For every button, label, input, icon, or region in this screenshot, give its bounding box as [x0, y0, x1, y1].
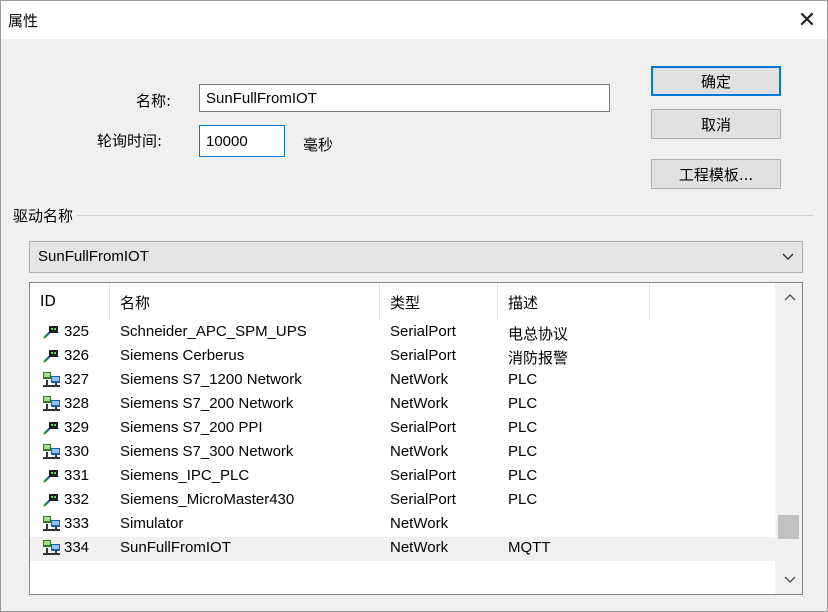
cell-name: Siemens_IPC_PLC: [120, 467, 250, 484]
cell-type: NetWork: [390, 539, 449, 556]
cell-name: Schneider_APC_SPM_UPS: [120, 323, 307, 340]
cell-name: Siemens S7_200 Network: [120, 395, 294, 412]
cell-type: SerialPort: [390, 323, 456, 340]
list-header: ID 名称 类型 描述: [30, 283, 775, 321]
name-label: 名称:: [136, 92, 172, 110]
cell-id: 329: [64, 419, 90, 436]
close-button[interactable]: ✕: [791, 5, 823, 35]
cell-desc: PLC: [508, 371, 538, 388]
group-divider: [77, 215, 813, 216]
scrollbar-thumb[interactable]: [778, 515, 799, 539]
cell-type: SerialPort: [390, 491, 456, 508]
cell-type: NetWork: [390, 443, 449, 460]
cell-name: SunFullFromIOT: [120, 539, 231, 556]
network-icon: [42, 515, 62, 533]
serial-icon: [42, 467, 62, 485]
cancel-button[interactable]: 取消: [651, 109, 781, 139]
cell-desc: PLC: [508, 395, 538, 412]
network-icon: [42, 395, 62, 413]
network-icon: [42, 539, 62, 557]
table-row[interactable]: 326 Siemens Cerberus SerialPort 消防报警: [30, 345, 775, 369]
cell-id: 330: [64, 443, 90, 460]
cell-type: NetWork: [390, 515, 449, 532]
cell-desc: MQTT: [508, 539, 551, 556]
network-icon: [42, 443, 62, 461]
project-template-button[interactable]: 工程模板...: [651, 159, 781, 189]
table-row[interactable]: 333 Simulator NetWork: [30, 513, 775, 537]
driver-group-label: 驱动名称: [13, 205, 76, 226]
cell-name: Siemens S7_1200 Network: [120, 371, 302, 388]
ok-button[interactable]: 确定: [651, 66, 781, 96]
cell-type: SerialPort: [390, 419, 456, 436]
scroll-up-icon[interactable]: [776, 283, 802, 311]
cell-desc: 消防报警: [508, 350, 569, 367]
properties-dialog: 属性 ✕ 名称: 轮询时间: 毫秒 确定 取消 工程模板... 驱动名称 Sun…: [0, 0, 828, 612]
driver-select-value: SunFullFromIOT: [38, 248, 149, 265]
cell-id: 334: [64, 539, 90, 556]
table-row[interactable]: 329 Siemens S7_200 PPI SerialPort PLC: [30, 417, 775, 441]
cell-id: 328: [64, 395, 90, 412]
cell-desc: PLC: [508, 419, 538, 436]
table-row[interactable]: 327 Siemens S7_1200 Network NetWork PLC: [30, 369, 775, 393]
serial-icon: [42, 419, 62, 437]
cell-desc: PLC: [508, 467, 538, 484]
column-header-type[interactable]: 类型: [380, 283, 498, 321]
serial-icon: [42, 347, 62, 365]
interval-unit: 毫秒: [303, 136, 334, 154]
cell-id: 326: [64, 347, 90, 364]
table-row[interactable]: 325 Schneider_APC_SPM_UPS SerialPort 电总协议: [30, 321, 775, 345]
cell-name: Siemens_MicroMaster430: [120, 491, 295, 508]
name-input[interactable]: [199, 84, 610, 112]
table-row[interactable]: 330 Siemens S7_300 Network NetWork PLC: [30, 441, 775, 465]
cell-desc: PLC: [508, 443, 538, 460]
cell-desc: PLC: [508, 491, 538, 508]
table-row[interactable]: 332 Siemens_MicroMaster430 SerialPort PLC: [30, 489, 775, 513]
cell-name: Siemens Cerberus: [120, 347, 245, 364]
table-row[interactable]: 334 SunFullFromIOT NetWork MQTT: [30, 537, 775, 561]
chevron-down-icon: [780, 248, 796, 266]
vertical-scrollbar[interactable]: [775, 283, 802, 594]
interval-label: 轮询时间:: [97, 132, 163, 150]
cell-type: NetWork: [390, 395, 449, 412]
cell-name: Siemens S7_300 Network: [120, 443, 294, 460]
cell-name: Simulator: [120, 515, 184, 532]
table-row[interactable]: 331 Siemens_IPC_PLC SerialPort PLC: [30, 465, 775, 489]
cell-id: 331: [64, 467, 90, 484]
column-header-desc[interactable]: 描述: [498, 283, 650, 321]
cell-type: SerialPort: [390, 347, 456, 364]
cell-type: NetWork: [390, 371, 449, 388]
table-row[interactable]: 328 Siemens S7_200 Network NetWork PLC: [30, 393, 775, 417]
driver-list[interactable]: ID 名称 类型 描述 325 Schneider_APC_SPM_UPS Seri…: [29, 282, 803, 595]
column-header-name[interactable]: 名称: [110, 283, 380, 321]
cell-id: 327: [64, 371, 90, 388]
cell-id: 332: [64, 491, 90, 508]
network-icon: [42, 371, 62, 389]
dialog-title: 属性: [8, 12, 39, 30]
cell-id: 333: [64, 515, 90, 532]
column-header-id[interactable]: ID: [30, 283, 110, 321]
scroll-down-icon[interactable]: [776, 566, 802, 594]
title-bar: 属性 ✕: [1, 1, 827, 39]
serial-icon: [42, 491, 62, 509]
interval-input[interactable]: [199, 125, 285, 157]
cell-desc: 电总协议: [508, 326, 569, 343]
cell-name: Siemens S7_200 PPI: [120, 419, 263, 436]
close-icon: ✕: [797, 7, 817, 33]
cell-type: SerialPort: [390, 467, 456, 484]
driver-select[interactable]: SunFullFromIOT: [29, 241, 803, 273]
cell-id: 325: [64, 323, 90, 340]
serial-icon: [42, 323, 62, 341]
